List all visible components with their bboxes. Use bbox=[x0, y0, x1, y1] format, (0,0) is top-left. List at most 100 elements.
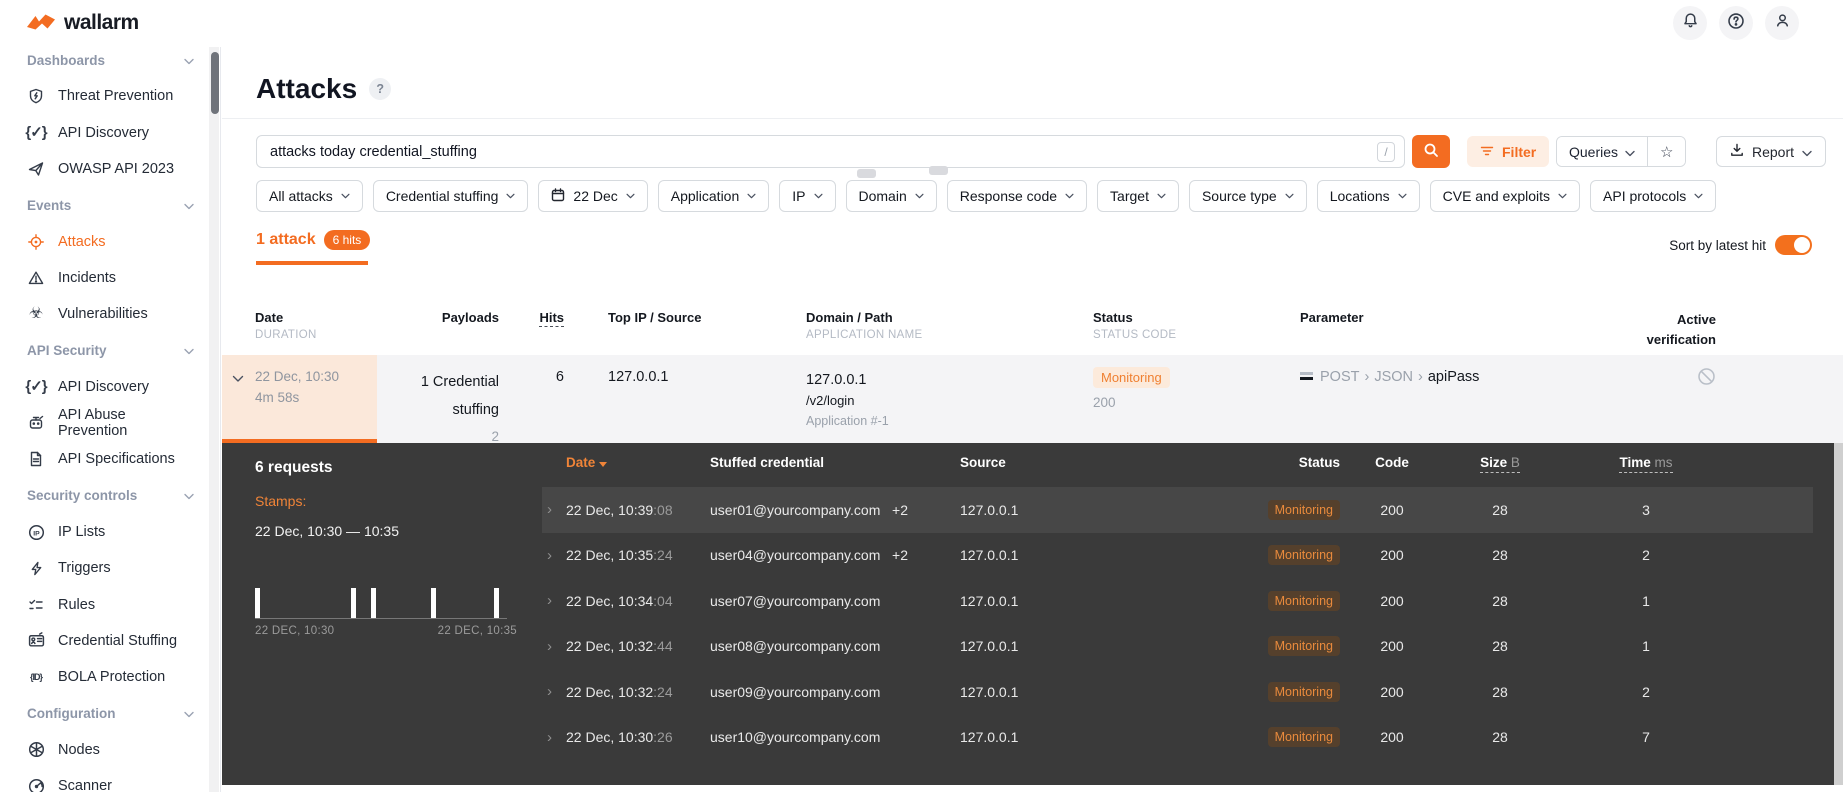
sidebar-item-vulnerabilities[interactable]: ☣ Vulnerabilities bbox=[0, 296, 220, 332]
search-input[interactable] bbox=[256, 135, 1405, 168]
chevron-down-icon bbox=[1625, 144, 1635, 160]
sidebar-section-events[interactable]: Events bbox=[0, 187, 220, 223]
status-badge: Monitoring bbox=[1267, 681, 1340, 702]
sort-label: Sort by latest hit bbox=[1669, 237, 1766, 253]
filter-chip-ip[interactable]: IP bbox=[779, 180, 836, 212]
account-button[interactable] bbox=[1765, 6, 1799, 40]
chevron-right-icon: › bbox=[547, 546, 552, 564]
request-row[interactable]: › 22 Dec, 10:34:04 user07@yourcompany.co… bbox=[542, 578, 1813, 624]
sidebar-section-security-controls[interactable]: Security controls bbox=[0, 478, 220, 514]
sidebar-item-scanner[interactable]: Scanner bbox=[0, 768, 220, 792]
chevron-down-icon bbox=[184, 198, 194, 213]
sidebar-item-api-discovery[interactable]: {✓} API Discovery bbox=[0, 369, 220, 405]
ip-circle-icon: IP bbox=[27, 523, 45, 541]
stamps-chart bbox=[255, 585, 507, 619]
filter-chip-api-protocols[interactable]: API protocols bbox=[1590, 180, 1717, 212]
filter-chip-cve-exploits[interactable]: CVE and exploits bbox=[1429, 180, 1581, 212]
svg-text:IP: IP bbox=[33, 530, 40, 537]
filter-chip-application[interactable]: Application bbox=[657, 180, 770, 212]
queries-dropdown[interactable]: Queries bbox=[1557, 137, 1648, 166]
filter-chip-credential-stuffing[interactable]: Credential stuffing bbox=[372, 180, 529, 212]
sidebar-item-triggers[interactable]: Triggers bbox=[0, 550, 220, 586]
hits-sort-header[interactable]: Hits bbox=[539, 310, 564, 327]
status-badge: Monitoring bbox=[1267, 499, 1340, 520]
sidebar-item-credential-stuffing[interactable]: Credential Stuffing bbox=[0, 623, 220, 659]
report-button[interactable]: Report bbox=[1716, 136, 1827, 167]
sidebar-item-nodes[interactable]: Nodes bbox=[0, 732, 220, 768]
panel-scrollbar[interactable] bbox=[1834, 443, 1843, 785]
sidebar-scrollbar-thumb[interactable] bbox=[211, 52, 219, 114]
sidebar-item-attacks[interactable]: Attacks bbox=[0, 223, 220, 259]
attack-row[interactable]: 22 Dec, 10:30 4m 58s 1 Credential stuffi… bbox=[222, 355, 1843, 444]
queries-group: Queries ☆ bbox=[1556, 136, 1687, 167]
requests-table-header: Date Stuffed credential Source Status Co… bbox=[542, 455, 1813, 473]
chevron-down-icon[interactable] bbox=[232, 369, 244, 390]
hits-cell: 6 bbox=[555, 369, 564, 385]
sidebar-item-rules[interactable]: Rules bbox=[0, 586, 220, 622]
request-row[interactable]: › 22 Dec, 10:32:24 user09@yourcompany.co… bbox=[542, 669, 1813, 715]
sort-by-latest-hit-toggle[interactable] bbox=[1775, 235, 1812, 255]
size-sort-header[interactable]: Size B bbox=[1480, 455, 1520, 473]
notifications-button[interactable] bbox=[1673, 6, 1707, 40]
sidebar-item-bola-protection[interactable]: {ID} BOLA Protection bbox=[0, 659, 220, 695]
top-ip-cell: 127.0.0.1 bbox=[608, 369, 669, 385]
sidebar-scrollbar-track[interactable] bbox=[209, 47, 219, 792]
stamps-range: 22 Dec, 10:30 — 10:35 bbox=[255, 523, 399, 539]
date-sort-header[interactable]: Date bbox=[566, 455, 710, 470]
bot-icon bbox=[27, 414, 45, 432]
sidebar-section-api-security[interactable]: API Security bbox=[0, 332, 220, 368]
filter-button[interactable]: Filter bbox=[1467, 136, 1550, 167]
status-badge: Monitoring bbox=[1267, 545, 1340, 566]
request-row[interactable]: › 22 Dec, 10:35:24 user04@yourcompany.co… bbox=[542, 533, 1813, 579]
filter-chip-date[interactable]: 22 Dec bbox=[538, 180, 648, 212]
filter-chip-response-code[interactable]: Response code bbox=[946, 180, 1088, 212]
sort-desc-icon bbox=[599, 462, 608, 467]
bolt-icon bbox=[27, 559, 45, 577]
requests-count: 6 requests bbox=[255, 459, 333, 476]
shield-bolt-icon bbox=[27, 87, 45, 105]
sidebar-item-api-specifications[interactable]: API Specifications bbox=[0, 441, 220, 477]
app-window: wallarm Dashboards Threat Prevention {✓}… bbox=[0, 0, 1843, 792]
filter-chip-source-type[interactable]: Source type bbox=[1188, 180, 1307, 212]
search-icon bbox=[1423, 142, 1439, 161]
filter-chip-all-attacks[interactable]: All attacks bbox=[256, 180, 363, 212]
status-badge: Monitoring bbox=[1267, 727, 1340, 748]
filter-chip-target[interactable]: Target bbox=[1097, 180, 1179, 212]
chevron-down-icon bbox=[184, 343, 194, 358]
wallarm-logo-icon bbox=[26, 12, 56, 34]
favorite-query-button[interactable]: ☆ bbox=[1647, 137, 1686, 166]
wallarm-logo[interactable]: wallarm bbox=[26, 11, 139, 35]
sidebar-item-owasp-api-2023[interactable]: OWASP API 2023 bbox=[0, 151, 220, 187]
funnel-icon bbox=[1480, 144, 1494, 160]
stamps-link[interactable]: Stamps: bbox=[255, 493, 306, 509]
sidebar-item-incidents[interactable]: Incidents bbox=[0, 260, 220, 296]
sidebar-item-api-discovery-dashboard[interactable]: {✓} API Discovery bbox=[0, 115, 220, 151]
status-badge: Monitoring bbox=[1267, 636, 1340, 657]
bell-icon bbox=[1682, 12, 1699, 34]
calendar-icon bbox=[551, 187, 565, 205]
chevron-right-icon: › bbox=[547, 683, 552, 701]
page-help-icon[interactable]: ? bbox=[369, 78, 392, 100]
request-row[interactable]: › 22 Dec, 10:30:26 user10@yourcompany.co… bbox=[542, 715, 1813, 761]
status-badge: Monitoring bbox=[1267, 590, 1340, 611]
time-sort-header[interactable]: Time ms bbox=[1619, 455, 1673, 473]
attack-details-panel: 6 requests Stamps: 22 Dec, 10:30 — 10:35… bbox=[222, 443, 1843, 785]
attack-date-cell: 22 Dec, 10:30 4m 58s bbox=[222, 355, 377, 443]
sidebar-item-threat-prevention[interactable]: Threat Prevention bbox=[0, 78, 220, 114]
help-button[interactable] bbox=[1719, 6, 1753, 40]
request-row[interactable]: › 22 Dec, 10:32:44 user08@yourcompany.co… bbox=[542, 624, 1813, 670]
sidebar-item-api-abuse-prevention[interactable]: API Abuse Prevention bbox=[0, 405, 220, 441]
sidebar-item-ip-lists[interactable]: IP IP Lists bbox=[0, 514, 220, 550]
hits-badge: 6 hits bbox=[323, 230, 371, 250]
filter-chip-locations[interactable]: Locations bbox=[1316, 180, 1420, 212]
chevron-right-icon: › bbox=[547, 592, 552, 610]
active-verification-cell bbox=[1602, 367, 1716, 390]
sidebar-section-dashboards[interactable]: Dashboards bbox=[0, 47, 220, 78]
sidebar-section-configuration[interactable]: Configuration bbox=[0, 695, 220, 731]
search-button[interactable] bbox=[1412, 135, 1450, 168]
bottom-strip bbox=[222, 785, 1843, 792]
request-row[interactable]: › 22 Dec, 10:39:08 user01@yourcompany.co… bbox=[542, 487, 1813, 533]
document-icon bbox=[27, 450, 45, 468]
status-badge: Monitoring bbox=[1093, 367, 1170, 388]
filter-chip-domain[interactable]: Domain bbox=[845, 180, 937, 212]
